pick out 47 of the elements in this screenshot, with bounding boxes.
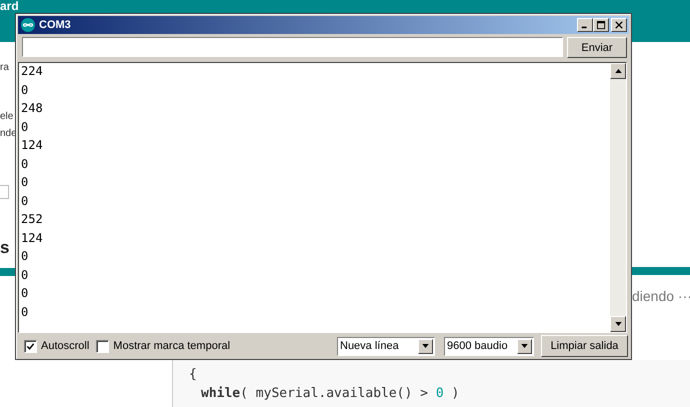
output-line: 224 [21, 63, 43, 80]
minimize-button[interactable] [577, 18, 593, 32]
close-icon [615, 21, 623, 29]
output-line: 124 [21, 230, 43, 246]
message-input[interactable] [22, 37, 563, 57]
checkbox-label: Mostrar marca temporal [113, 340, 230, 352]
scrollbar[interactable] [610, 63, 626, 332]
output-line: 0 [21, 156, 28, 172]
up-arrow-icon [614, 69, 622, 73]
section-heading: s [0, 238, 10, 258]
down-arrow-icon [614, 322, 622, 326]
output-line: 0 [21, 248, 28, 265]
scroll-down-button[interactable] [610, 316, 626, 332]
checkbox[interactable] [24, 340, 37, 352]
checkbox[interactable] [96, 340, 110, 352]
maximize-icon [596, 20, 606, 30]
output-line: 0 [21, 192, 28, 210]
checkbox-icon [0, 185, 9, 199]
output-line: 0 [21, 118, 28, 136]
window-title: COM3 [39, 19, 72, 31]
clear-output-button[interactable]: Limpiar salida [541, 335, 628, 357]
accent-bar [0, 268, 16, 276]
code-line: { [189, 367, 197, 382]
output-line: 124 [21, 137, 43, 154]
status-text: diendo ··· [632, 288, 690, 304]
scroll-up-button[interactable] [610, 63, 626, 79]
app-icon [21, 18, 35, 32]
output-line: 0 [21, 285, 28, 302]
line-ending-dropdown[interactable]: Nueva línea [337, 336, 435, 356]
output-line: 0 [21, 82, 28, 98]
output-line: 0 [21, 304, 28, 320]
page-title: ard [0, 0, 19, 12]
send-button[interactable]: Enviar [567, 37, 627, 58]
dropdown-arrow-icon [521, 344, 528, 348]
baud-rate-dropdown[interactable]: 9600 baudio [444, 336, 534, 356]
output-line: 248 [21, 100, 43, 117]
dropdown-arrow-icon [422, 344, 429, 348]
code-line: while( mySerial.available() > 0 ) [201, 386, 460, 401]
accent-bar [632, 267, 690, 275]
checkbox-label: Autoscroll [41, 340, 90, 352]
paragraph-text: ra [0, 62, 9, 73]
paragraph-text: ele [0, 111, 14, 122]
output-line: 252 [21, 211, 43, 228]
close-button[interactable] [611, 18, 627, 32]
maximize-button[interactable] [593, 18, 609, 32]
output-line: 0 [21, 174, 28, 191]
output-line: 0 [21, 266, 28, 284]
